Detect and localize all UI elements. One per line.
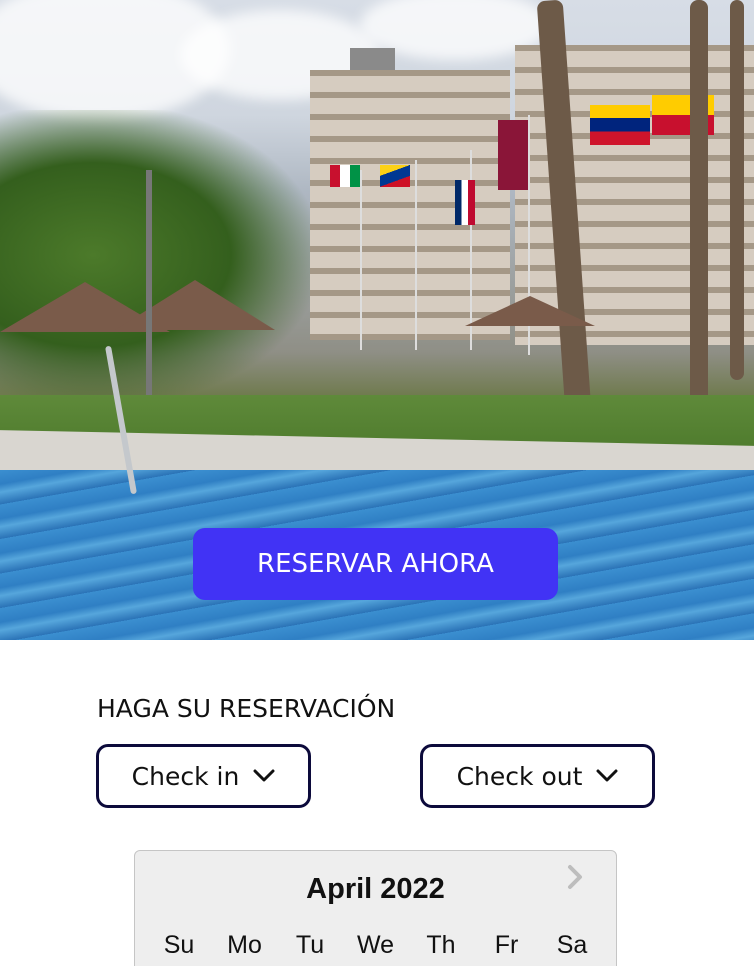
reserve-now-button[interactable]: RESERVAR AHORA xyxy=(193,528,558,600)
weekday-label: Mo xyxy=(227,931,262,959)
flagpole xyxy=(360,170,362,350)
check-out-label: Check out xyxy=(456,761,583,791)
flag xyxy=(380,165,410,187)
date-picker-calendar: April 2022 Su Mo Tu We Th Fr Sa xyxy=(134,850,617,966)
check-in-label: Check in xyxy=(131,761,240,791)
check-in-dropdown[interactable]: Check in xyxy=(96,744,311,808)
chevron-down-icon xyxy=(253,769,275,782)
calendar-month-title: April 2022 xyxy=(306,873,445,905)
weekday-label: Sa xyxy=(556,931,588,959)
flag xyxy=(330,165,360,187)
flag xyxy=(455,180,475,225)
chevron-right-icon[interactable] xyxy=(563,863,589,891)
flag xyxy=(498,120,528,190)
section-title: HAGA SU RESERVACIÓN xyxy=(97,694,396,723)
calendar-weekday-header: Su Mo Tu We Th Fr Sa xyxy=(149,931,602,960)
check-out-dropdown[interactable]: Check out xyxy=(420,744,655,808)
palm-trunk xyxy=(730,0,744,380)
weekday-label: Su xyxy=(163,931,195,959)
weekday-label: Fr xyxy=(494,931,519,959)
weekday-label: We xyxy=(356,931,395,959)
hotel-tower-left xyxy=(310,70,510,340)
flagpole xyxy=(415,160,417,350)
weekday-label: Th xyxy=(426,931,456,959)
tropical-trees xyxy=(0,110,310,400)
chevron-down-icon xyxy=(596,769,618,782)
weekday-label: Tu xyxy=(295,931,325,959)
palm-trunk xyxy=(690,0,708,420)
hero-image: RESERVAR AHORA xyxy=(0,0,754,640)
flag xyxy=(590,105,650,145)
